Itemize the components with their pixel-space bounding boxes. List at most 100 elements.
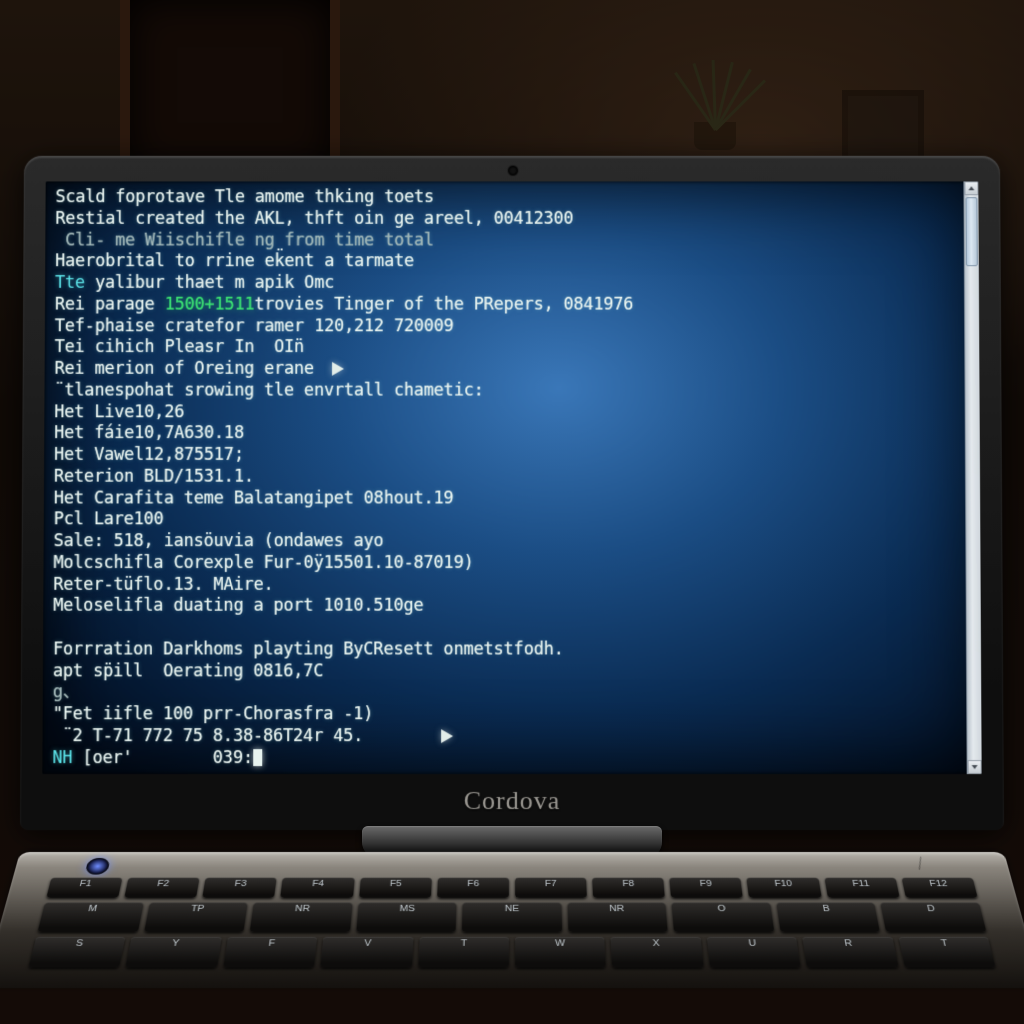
terminal-line: "Fet iifle 100 prr-Chorasfra -1) [53, 704, 962, 726]
photo-scene: Scald foprotave Tle amome thking toetsRe… [0, 0, 1024, 1024]
laptop: Scald foprotave Tle amome thking toetsRe… [20, 150, 1004, 1022]
terminal-text: "Fet iifle 100 prr-Chorasfra -1) [53, 704, 374, 724]
terminal-line: Reterion BLD/1531.1. [54, 467, 960, 489]
terminal-text: [oer' 039: [82, 748, 253, 768]
keyboard-key[interactable]: D [881, 902, 987, 932]
keyboard-key[interactable]: F [223, 937, 317, 968]
terminal-text: Het Live10,26 [54, 402, 184, 422]
keyboard-key[interactable]: NR [250, 902, 352, 932]
power-button[interactable] [85, 858, 111, 875]
keyboard-key[interactable]: F9 [670, 878, 744, 898]
terminal-text: Rei merion of Oreing erane [55, 359, 325, 379]
terminal-line: Scald foprotave Tle amome thking toets [55, 187, 958, 208]
terminal-line: Het Carafita teme Balatangipet 08hout.19 [54, 488, 960, 510]
scroll-down-button[interactable] [968, 760, 982, 774]
terminal-line: Pcl Lare100 [54, 510, 961, 532]
keyboard-key[interactable]: F12 [901, 878, 977, 898]
keyboard-key[interactable]: F4 [281, 878, 355, 898]
keyboard[interactable]: F1F2F3F4F5F6F7F8F9F10F11F12 MTPNRMSNENRO… [28, 878, 995, 968]
terminal-text: Tei cihich Pleasr In OIn̈ [55, 337, 304, 357]
keyboard-key[interactable]: Y [126, 937, 222, 968]
terminal-output[interactable]: Scald foprotave Tle amome thking toetsRe… [52, 187, 961, 769]
keyboard-key[interactable]: F10 [747, 878, 822, 898]
terminal-text: Tef-phaise cratefor ramer 120,212 720009 [55, 316, 454, 336]
keyboard-key[interactable]: T [898, 937, 995, 968]
terminal-text: Cli- me Wiischifle ng from time total [55, 230, 434, 250]
keyboard-key[interactable]: F2 [124, 878, 199, 898]
keyboard-key[interactable]: F5 [359, 878, 432, 898]
terminal-line: Forrration Darkhoms playting ByCResett o… [53, 639, 961, 661]
keyboard-key[interactable]: U [707, 937, 801, 968]
keyboard-key[interactable]: F6 [437, 878, 509, 898]
scroll-thumb[interactable] [966, 197, 978, 266]
keyboard-key[interactable]: F8 [592, 878, 665, 898]
terminal-text: Sale: 518, iansöuvia (ondawes ayo [54, 531, 384, 551]
terminal-text: NH [52, 748, 82, 768]
base-scratch [919, 857, 921, 870]
laptop-lid: Scald foprotave Tle amome thking toetsRe… [20, 156, 1004, 830]
keyboard-key[interactable]: R [802, 937, 898, 968]
terminal-text: Restial created the AKL, thft oin ge are… [55, 209, 573, 229]
keyboard-key[interactable]: M [38, 902, 144, 932]
terminal-text: Het Vawel12,875517; [54, 445, 244, 465]
keyboard-key[interactable]: F7 [515, 878, 587, 898]
screen[interactable]: Scald foprotave Tle amome thking toetsRe… [42, 181, 981, 774]
keyboard-key[interactable]: MS [356, 902, 457, 932]
terminal-line: NH [oer' 039: [52, 748, 961, 770]
terminal-text: Scald foprotave Tle amome thking toets [55, 187, 433, 207]
terminal-text: 1500+1511 [165, 295, 255, 315]
keyboard-key[interactable]: NR [567, 902, 668, 932]
terminal-line [53, 618, 961, 640]
terminal-text: Het Carafita teme Balatangipet 08hout.19 [54, 488, 454, 508]
keyboard-key[interactable]: T [418, 937, 509, 968]
terminal-line: Sale: 518, iansöuvia (ondawes ayo [54, 531, 961, 553]
terminal-line: apt sp̈ill Oerating 0816,7C [53, 661, 961, 683]
laptop-brand-label: Cordova [20, 786, 1004, 816]
keyboard-key[interactable]: V [320, 937, 413, 968]
terminal-text: Rei parage [55, 295, 165, 315]
keyboard-key[interactable]: S [28, 937, 125, 968]
keyboard-key[interactable]: X [611, 937, 704, 968]
terminal-text: ¨2 T-71 772 75 8.38-86T24r 45. [52, 726, 433, 746]
terminal-line: Rei parage 1500+1511trovies Tinger of th… [55, 295, 959, 316]
terminal-line: Het Vawel12,875517; [54, 445, 960, 467]
terminal-line: ¨2 T-71 772 75 8.38-86T24r 45. [52, 726, 961, 748]
terminal-line: Rei merion of Oreing erane [54, 359, 959, 380]
keyboard-key[interactable]: F3 [203, 878, 278, 898]
keyboard-key[interactable]: B [776, 902, 880, 932]
terminal-line: Meloselifla duating a port 1010.510ge [53, 596, 961, 618]
play-icon [441, 729, 453, 743]
terminal-line: Het fáie10,7A630.18 [54, 423, 960, 445]
terminal-text: Forrration Darkhoms playting ByCResett o… [53, 639, 564, 659]
terminal-line: Molcschifla Corexple Fur-0ÿ15501.10-8701… [53, 553, 960, 575]
terminal-line: g、 [53, 683, 962, 705]
terminal-line: Cli- me Wiischifle ng from time total [55, 230, 959, 251]
terminal-text: yalibur thaet m apik Omc [95, 273, 334, 293]
terminal-line: Reter-tüflo.13. MAire. [53, 574, 960, 596]
webcam [507, 165, 519, 177]
terminal-line: ¨tlanespohat srowing tle envrtall chamet… [54, 380, 959, 402]
terminal-text: Het fáie10,7A630.18 [54, 423, 244, 443]
terminal-text: Pcl Lare100 [54, 510, 164, 530]
keyboard-key[interactable]: NE [462, 902, 562, 932]
terminal-text: Tte [55, 273, 95, 293]
terminal-line: Het Live10,26 [54, 402, 960, 424]
terminal-text: ¨tlanespohat srowing tle envrtall chamet… [54, 380, 483, 400]
terminal-text: Meloselifla duating a port 1010.510ge [53, 596, 423, 616]
keyboard-key[interactable]: TP [144, 902, 248, 932]
terminal-text: Reterion BLD/1531.1. [54, 467, 254, 487]
laptop-base: F1F2F3F4F5F6F7F8F9F10F11F12 MTPNRMSNENRO… [0, 852, 1024, 988]
terminal-text: g、 [53, 683, 80, 703]
terminal-line: Haerobrital to rrine ek̈ent a tarmate [55, 252, 959, 273]
keyboard-key[interactable]: F11 [824, 878, 899, 898]
keyboard-key[interactable]: W [515, 937, 606, 968]
scroll-up-button[interactable] [964, 181, 978, 195]
terminal-cursor [253, 749, 262, 766]
play-icon [332, 362, 344, 376]
terminal-text: trovies Tinger of the PRepers, 0841976 [254, 295, 633, 315]
terminal-text: apt sp̈ill Oerating 0816,7C [53, 661, 324, 681]
keyboard-key[interactable]: O [672, 902, 774, 932]
vertical-scrollbar[interactable] [963, 181, 981, 774]
keyboard-key[interactable]: F1 [46, 878, 122, 898]
terminal-line: Tte yalibur thaet m apik Omc [55, 273, 959, 294]
